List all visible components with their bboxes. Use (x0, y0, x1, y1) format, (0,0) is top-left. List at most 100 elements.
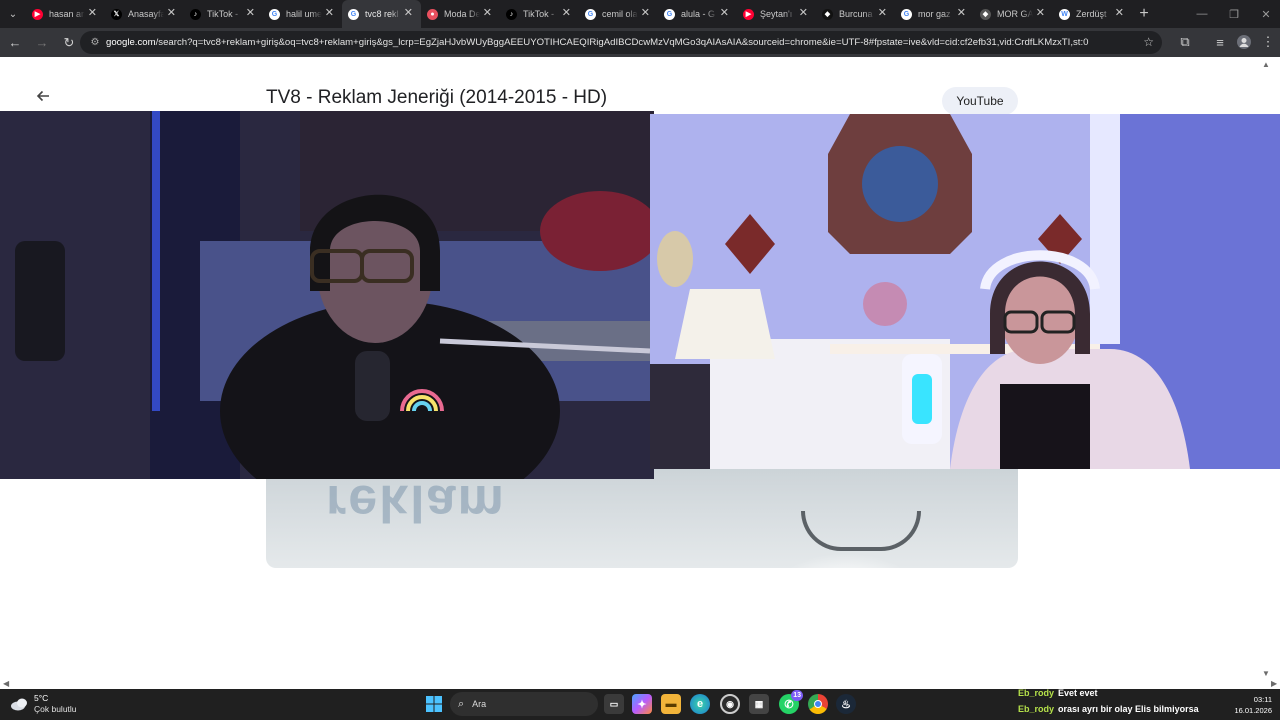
youtube-source-button[interactable]: YouTube (942, 87, 1018, 115)
new-tab-button[interactable]: + (1132, 0, 1156, 28)
restore-icon[interactable]: ❐ (1218, 0, 1250, 28)
tab-close-icon[interactable]: ✕ (167, 8, 176, 19)
site-icon: ◆ (822, 8, 833, 20)
video-stage-ring (801, 511, 921, 551)
tab-close-icon[interactable]: ✕ (641, 8, 650, 19)
task-view-icon[interactable]: ▭ (604, 694, 624, 714)
tab-close-icon[interactable]: ✕ (878, 8, 887, 19)
tab-title: halil ume (286, 9, 322, 19)
scroll-down-icon[interactable]: ▼ (1262, 669, 1270, 678)
clock-time: 03:11 (1253, 695, 1272, 704)
browser-tab[interactable]: Gtvc8 rekl ✕ (342, 0, 421, 28)
stream-chat-overlay: Eb_rody Evet evet Eb_rody orası ayrı bir o… (1018, 685, 1238, 717)
taskbar-search[interactable]: ⌕ Ara (450, 692, 598, 716)
tab-close-icon[interactable]: ✕ (325, 8, 334, 19)
copilot-icon[interactable]: ✦ (632, 694, 652, 714)
tab-close-icon[interactable]: ✕ (404, 8, 413, 19)
bookmark-star-icon[interactable]: ☆ (1143, 35, 1154, 49)
webcam-right-scene (650, 114, 1280, 469)
tab-title: Anasayfa (128, 9, 164, 19)
browser-tab[interactable]: ▶ Şeytan'ı ✕ (737, 0, 816, 28)
video-title: TV8 - Reklam Jeneriği (2014-2015 - HD) (266, 87, 608, 108)
scroll-right-icon[interactable]: ▶ (1271, 679, 1277, 688)
file-explorer-icon[interactable]: ▬ (661, 694, 681, 714)
media-control-icon[interactable]: ≡ (1208, 30, 1232, 54)
close-window-icon[interactable]: ✕ (1250, 0, 1280, 28)
search-icon: ⌕ (458, 697, 465, 710)
tab-close-icon[interactable]: ✕ (88, 8, 97, 19)
tab-close-icon[interactable]: ✕ (799, 8, 808, 19)
tab-title: TikTok - (207, 9, 239, 19)
tab-close-icon[interactable]: ✕ (720, 8, 729, 19)
tab-title: Şeytan'ı (760, 9, 793, 19)
chrome-icon[interactable] (808, 694, 828, 714)
scroll-left-icon[interactable]: ◀ (3, 679, 9, 688)
pinterest-icon: ● (427, 8, 438, 20)
webcam-overlay-left (0, 111, 654, 479)
tab-close-icon[interactable]: ✕ (483, 8, 492, 19)
google-icon: G (269, 8, 280, 20)
browser-tab[interactable]: Galula - G ✕ (658, 0, 737, 28)
tab-close-icon[interactable]: ✕ (246, 8, 255, 19)
profile-avatar[interactable] (1232, 30, 1256, 54)
reload-icon[interactable]: ↻ (57, 31, 81, 55)
tab-search-icon[interactable]: ⌄ (0, 0, 26, 28)
edge-browser-icon[interactable]: e (690, 694, 710, 714)
tab-title: Burcuna (839, 9, 873, 19)
video-stage-text: reklam (326, 474, 506, 532)
tab-title: MOR GA (997, 9, 1033, 19)
tab-list: ▶ hasan arı ✕ 𝕏 Anasayfa ✕ ♪ TikTok - ✕ Ghalil um… (26, 0, 1132, 28)
tab-close-icon[interactable]: ✕ (562, 8, 571, 19)
weather-condition: Çok bulutlu (34, 704, 77, 714)
browser-tab[interactable]: ◆ MOR GA ✕ (974, 0, 1053, 28)
tab-title: Moda De (444, 9, 480, 19)
weather-widget[interactable]: 5°C Çok bulutlu (10, 693, 77, 715)
tab-strip: ⌄ ▶ hasan arı ✕ 𝕏 Anasayfa ✕ ♪ TikTok - ✕ Ghalil … (0, 0, 1280, 28)
tab-title: Zerdüşt (1076, 9, 1107, 19)
google-icon: G (585, 8, 596, 20)
site-info-icon[interactable]: ⚙ (84, 37, 106, 48)
minimize-icon[interactable]: — (1186, 0, 1218, 28)
tab-title: alula - G (681, 9, 716, 19)
browser-tab[interactable]: ● Moda De ✕ (421, 0, 500, 28)
tab-title: cemil ola (602, 9, 638, 19)
tab-close-icon[interactable]: ✕ (1115, 8, 1124, 19)
system-clock[interactable]: 03:11 16.01.2026 (1234, 694, 1272, 716)
browser-tab[interactable]: ♪ TikTok - ✕ (184, 0, 263, 28)
browser-tab[interactable]: Ghalil ume ✕ (263, 0, 342, 28)
browser-tab[interactable]: ♪ TikTok - ✕ (500, 0, 579, 28)
windows-taskbar: 5°C Çok bulutlu ⌕ Ara ▭ ✦ ▬ e ◉ ▦ ✆ 13 ♨… (0, 688, 1280, 720)
google-icon: G (664, 8, 675, 20)
back-icon[interactable]: ← (3, 31, 27, 55)
chat-message: Eb_rody orası ayrı bir olay Elis bilmiyor… (1018, 704, 1199, 714)
steam-icon[interactable]: ♨ (836, 694, 856, 714)
google-icon: G (901, 8, 912, 20)
browser-tab[interactable]: ◆ Burcuna ✕ (816, 0, 895, 28)
taskbar-search-placeholder: Ara (472, 699, 487, 709)
menu-kebab-icon[interactable]: ⋮ (1256, 30, 1280, 54)
whatsapp-icon[interactable]: ✆ 13 (779, 690, 803, 714)
extensions-icon[interactable]: ⧉ (1173, 30, 1197, 54)
forward-icon[interactable]: → (30, 31, 54, 55)
browser-toolbar: ← → ↻ ⚙ google.com/search?q=tvc8+reklam+… (0, 28, 1280, 57)
microsoft-store-icon[interactable]: ▦ (749, 694, 769, 714)
tab-title: TikTok - (523, 9, 555, 19)
weather-temperature: 5°C (34, 693, 49, 703)
tab-close-icon[interactable]: ✕ (957, 8, 966, 19)
browser-tab[interactable]: Gcemil ola ✕ (579, 0, 658, 28)
windows-start-icon[interactable] (424, 694, 444, 714)
scroll-up-icon[interactable]: ▲ (1262, 60, 1270, 69)
browser-tab[interactable]: W Zerdüşt ✕ (1053, 0, 1132, 28)
back-arrow-icon[interactable] (36, 89, 54, 107)
wikipedia-icon: W (1059, 8, 1070, 20)
browser-tab[interactable]: 𝕏 Anasayfa ✕ (105, 0, 184, 28)
obs-icon[interactable]: ◉ (720, 694, 740, 714)
tiktok-icon: ♪ (506, 8, 517, 20)
browser-tab[interactable]: Gmor gaz ✕ (895, 0, 974, 28)
tab-title: hasan arı (49, 9, 85, 19)
browser-tab[interactable]: ▶ hasan arı ✕ (26, 0, 105, 28)
tab-close-icon[interactable]: ✕ (1036, 8, 1045, 19)
url-text[interactable]: google.com/search?q=tvc8+reklam+giriş&oq… (106, 37, 1116, 48)
address-bar[interactable]: ⚙ google.com/search?q=tvc8+reklam+giriş&… (80, 31, 1162, 54)
page-content: TV8 - Reklam Jeneriği (2014-2015 - HD) Y… (0, 57, 1280, 689)
